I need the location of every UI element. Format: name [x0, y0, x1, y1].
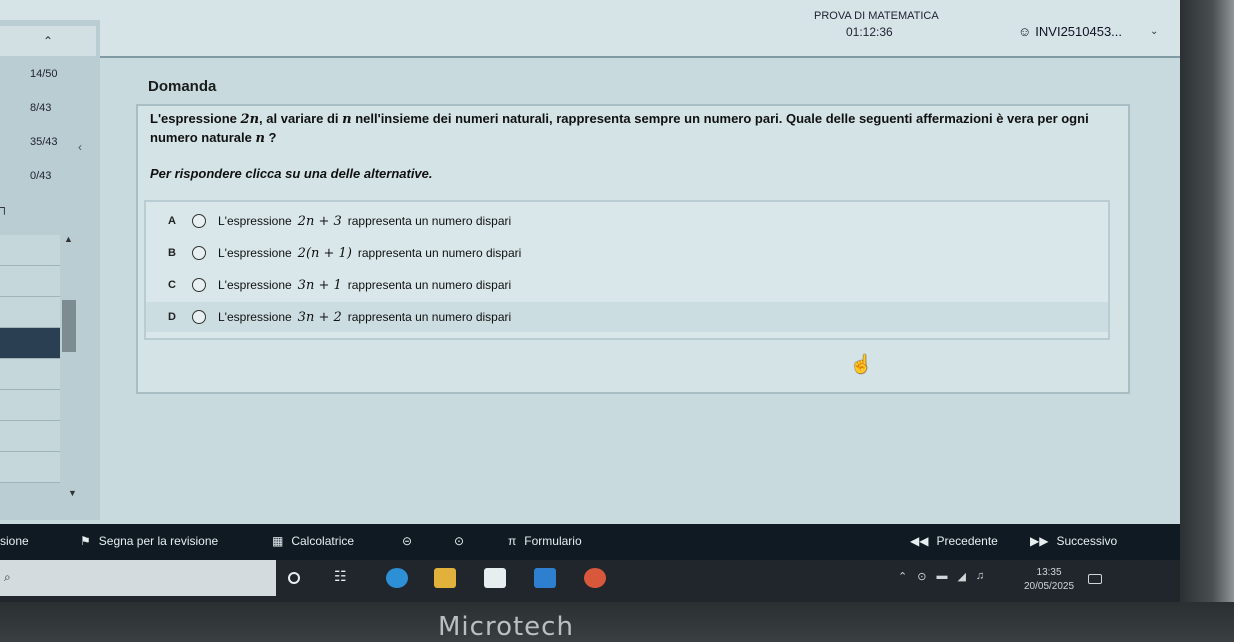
- scroll-up-icon[interactable]: ▲: [64, 234, 73, 244]
- option-c[interactable]: C L'espressione 3n + 1 rappresenta un nume…: [146, 270, 1108, 300]
- chevron-left-icon[interactable]: ‹: [78, 140, 82, 154]
- exam-timer: 01:12:36: [846, 25, 893, 39]
- toolbar-cut-label: sione: [0, 534, 29, 548]
- question-instruction: Per rispondere clicca su una delle alter…: [150, 166, 433, 181]
- scroll-down-icon[interactable]: ▼: [68, 488, 77, 498]
- question-panel: Domanda L'espressione 2n, al variare di …: [128, 62, 1138, 394]
- next-button[interactable]: ▶▶ Successivo: [1030, 534, 1117, 548]
- chevron-up-icon[interactable]: ⌃: [898, 570, 907, 583]
- radio-button[interactable]: [192, 214, 206, 228]
- zoom-in-icon: ⊙: [454, 534, 465, 548]
- radio-button[interactable]: [192, 246, 206, 260]
- question-list-item[interactable]: [0, 266, 60, 297]
- stat-section-3: 0/43: [30, 170, 52, 182]
- question-list-item-active[interactable]: [0, 328, 60, 359]
- option-d[interactable]: D L'espressione 3n + 2 rappresenta un nume…: [146, 302, 1108, 332]
- store-icon[interactable]: [484, 568, 506, 588]
- option-letter: C: [168, 279, 176, 291]
- clock-date: 20/05/2025: [1024, 581, 1075, 592]
- option-letter: D: [168, 311, 176, 323]
- notification-icon[interactable]: [1088, 574, 1102, 584]
- radio-button[interactable]: [192, 310, 206, 324]
- option-text: L'espressione 3n + 1 rappresenta un numero…: [218, 277, 512, 293]
- pi-icon: π: [508, 534, 517, 548]
- zoom-in-button[interactable]: ⊙: [454, 534, 464, 548]
- exam-header: PROVA DI MATEMATICA 01:12:36 ☺ INVI25104…: [0, 0, 1180, 58]
- previous-button[interactable]: ◀◀ Precedente: [910, 534, 998, 548]
- fast-forward-icon: ▶▶: [1030, 534, 1049, 548]
- question-text: L'espressione 2n, al variare di n nell'i…: [150, 111, 1089, 146]
- zoom-out-button[interactable]: ⊝: [402, 534, 412, 548]
- user-icon: ☺: [1018, 24, 1032, 39]
- rewind-icon: ◀◀: [910, 534, 929, 548]
- taskbar-search[interactable]: ⌕: [0, 560, 276, 596]
- edge-icon[interactable]: [386, 568, 408, 588]
- question-list-item[interactable]: [0, 452, 60, 483]
- mark-review-button[interactable]: ⚑ Segna per la revisione: [80, 534, 218, 548]
- collapse-sidebar-button[interactable]: ⌃: [0, 26, 96, 56]
- sidebar-scrollbar-thumb[interactable]: [62, 300, 76, 352]
- option-text: L'espressione 2n + 3 rappresenta un numero…: [218, 213, 512, 229]
- folder-icon[interactable]: [434, 568, 456, 588]
- monitor-bezel-right: [1180, 0, 1234, 642]
- question-list-item[interactable]: [0, 390, 60, 421]
- option-letter: A: [168, 215, 176, 227]
- bluetooth-icon[interactable]: ⊙: [917, 570, 926, 583]
- exam-title: PROVA DI MATEMATICA: [814, 10, 939, 22]
- battery-icon[interactable]: ▬: [936, 570, 947, 583]
- clock-time: 13:35: [1036, 567, 1062, 578]
- calculator-icon: ▦: [272, 534, 284, 548]
- question-heading: Domanda: [148, 78, 217, 95]
- formulary-button[interactable]: π Formulario: [508, 534, 582, 548]
- user-id: INVI2510453...: [1035, 24, 1123, 39]
- task-view-icon[interactable]: ☷: [334, 568, 356, 588]
- question-list-item[interactable]: [0, 359, 60, 390]
- question-card: L'espressione 2n, al variare di n nell'i…: [136, 104, 1130, 394]
- os-taskbar: ⌕ ☷ ⌃ ⊙ ▬ ◢ ♫ 13:35 20/05/2025: [0, 560, 1180, 602]
- stat-section-2: 35/43: [30, 136, 58, 148]
- mail-icon[interactable]: [534, 568, 556, 588]
- option-b[interactable]: B L'espressione 2(n + 1) rappresenta un nu…: [146, 238, 1108, 268]
- cortana-icon[interactable]: [288, 572, 300, 584]
- chrome-icon[interactable]: [584, 568, 606, 588]
- system-tray: ⌃ ⊙ ▬ ◢ ♫: [898, 570, 984, 583]
- chevron-down-icon[interactable]: ⌄: [1150, 26, 1158, 37]
- chevron-up-icon: ⌃: [42, 34, 54, 48]
- search-icon: ⌕: [4, 570, 11, 584]
- question-list-item[interactable]: [0, 235, 60, 266]
- exam-toolbar: sione ⚑ Segna per la revisione ▦ Calcola…: [0, 524, 1180, 560]
- brand-logo: Microtech: [438, 612, 574, 642]
- zoom-out-icon: ⊝: [402, 534, 413, 548]
- option-text: L'espressione 3n + 2 rappresenta un numero…: [218, 309, 512, 325]
- flag-icon: ⚑: [80, 534, 91, 548]
- question-sidebar: ⌃ 14/50 8/43 35/43 0/43 ‹ ┐ ▲ ▼: [0, 20, 100, 520]
- question-list: [0, 235, 60, 483]
- question-list-item[interactable]: [0, 297, 60, 328]
- user-menu[interactable]: ☺ INVI2510453...: [1018, 24, 1122, 39]
- answer-options: A L'espressione 2n + 3 rappresenta un nume…: [144, 200, 1110, 340]
- hand-cursor-icon: ☝: [850, 354, 873, 374]
- calculator-button[interactable]: ▦ Calcolatrice: [272, 534, 354, 548]
- taskbar-clock[interactable]: 13:35 20/05/2025: [1024, 566, 1074, 594]
- option-letter: B: [168, 247, 176, 259]
- monitor-bezel-bottom: Microtech: [0, 602, 1234, 642]
- screen: PROVA DI MATEMATICA 01:12:36 ☺ INVI25104…: [0, 0, 1180, 602]
- question-list-item[interactable]: [0, 421, 60, 452]
- stat-answered: 14/50: [30, 68, 58, 80]
- volume-icon[interactable]: ♫: [976, 570, 984, 583]
- bracket-icon: ┐: [0, 200, 9, 214]
- option-text: L'espressione 2(n + 1) rappresenta un nume…: [218, 245, 522, 261]
- radio-button[interactable]: [192, 278, 206, 292]
- option-a[interactable]: A L'espressione 2n + 3 rappresenta un nume…: [146, 206, 1108, 236]
- network-icon[interactable]: ◢: [957, 570, 965, 583]
- stat-section-1: 8/43: [30, 102, 52, 114]
